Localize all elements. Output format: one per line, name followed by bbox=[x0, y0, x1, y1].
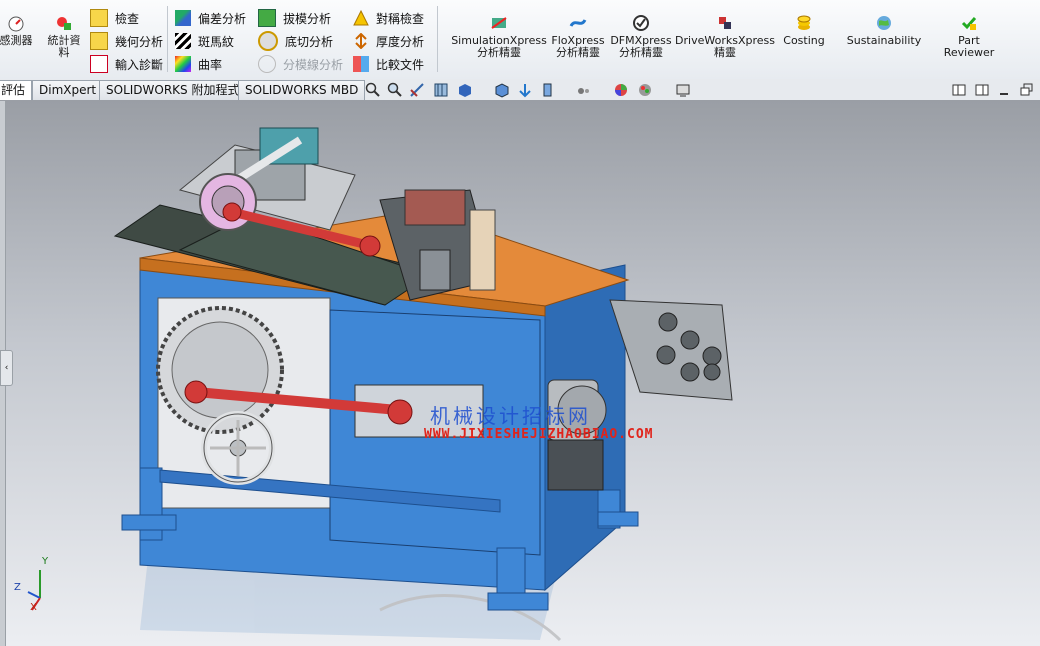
driveworks-icon bbox=[719, 17, 731, 29]
triad-z-label: Z bbox=[14, 582, 21, 593]
checkbox-icon bbox=[90, 32, 108, 50]
tile-left-icon[interactable] bbox=[951, 82, 967, 98]
appearance-ball-icon[interactable] bbox=[613, 82, 629, 98]
tool-label: 分析精靈 bbox=[556, 46, 600, 59]
simulation-icon bbox=[491, 17, 507, 29]
flow-icon bbox=[569, 19, 587, 27]
graphics-area[interactable]: 机械设计招标网 WWW.JIXIESHEJIZHAOBIAO.COM Y Z X bbox=[0, 100, 1040, 646]
triad-x-label: X bbox=[30, 602, 37, 613]
curvature-label: 曲率 bbox=[198, 57, 223, 72]
floxpress-button[interactable]: FloXpress 分析精靈 bbox=[550, 14, 606, 59]
dfmxpress-button[interactable]: DFMXpress 分析精靈 bbox=[610, 14, 672, 59]
view-orientation-icon[interactable] bbox=[457, 82, 473, 98]
costing-button[interactable]: Costing bbox=[780, 14, 828, 47]
zebra-icon bbox=[175, 33, 191, 49]
tool-label: 分析精靈 bbox=[477, 46, 521, 59]
check-circle-icon bbox=[633, 15, 649, 31]
undercut-icon bbox=[258, 31, 278, 51]
simulationxpress-button[interactable]: SimulationXpress 分析精靈 bbox=[451, 14, 547, 59]
apply-scene-icon[interactable] bbox=[576, 82, 592, 98]
tool-label: Sustainability bbox=[846, 34, 922, 47]
curvature-icon bbox=[175, 56, 191, 72]
check-label: 檢查 bbox=[115, 11, 140, 26]
statistics-icon bbox=[57, 17, 71, 30]
tool-label: 精靈 bbox=[714, 46, 736, 59]
warning-icon bbox=[353, 10, 369, 26]
panel-collapse-handle[interactable]: ‹ bbox=[0, 350, 13, 386]
part-reviewer-button[interactable]: Part Reviewer bbox=[940, 14, 998, 59]
undercut-analysis-button[interactable]: 底切分析 bbox=[258, 31, 333, 51]
geometry-analysis-label: 幾何分析 bbox=[115, 34, 164, 49]
import-diagnostics-label: 輸入診斷 bbox=[115, 57, 164, 72]
globe-icon bbox=[877, 16, 891, 30]
tool-label: Costing bbox=[783, 34, 825, 47]
watermark-title: 机械设计招标网 bbox=[430, 404, 591, 428]
display-style-icon[interactable] bbox=[494, 82, 510, 98]
scene-icon[interactable] bbox=[637, 82, 653, 98]
tab-dimxpert[interactable]: DimXpert bbox=[32, 80, 104, 100]
view-settings-icon[interactable] bbox=[675, 82, 691, 98]
zebra-stripes-button[interactable]: 斑馬紋 bbox=[175, 31, 234, 51]
minimize-icon[interactable] bbox=[997, 82, 1013, 98]
tab-solidworks-mbd[interactable]: SOLIDWORKS MBD bbox=[238, 80, 366, 100]
plus-icon bbox=[90, 55, 108, 73]
parting-line-label: 分模線分析 bbox=[283, 57, 344, 72]
previous-view-icon[interactable] bbox=[409, 82, 425, 98]
driveworksxpress-button[interactable]: DriveWorksXpress 精靈 bbox=[675, 14, 775, 59]
zebra-label: 斑馬紋 bbox=[198, 34, 235, 49]
tab-evaluate[interactable]: 評估 bbox=[0, 80, 33, 100]
sustainability-button[interactable]: Sustainability bbox=[846, 14, 922, 47]
zoom-to-fit-icon[interactable] bbox=[365, 82, 381, 98]
compare-icon bbox=[353, 56, 369, 72]
check-button[interactable]: 檢查 bbox=[90, 8, 139, 28]
separator bbox=[167, 6, 168, 72]
parting-line-analysis-button[interactable]: 分模線分析 bbox=[258, 54, 343, 74]
deviation-icon bbox=[175, 10, 191, 26]
thickness-label: 厚度分析 bbox=[376, 34, 425, 49]
deviation-analysis-button[interactable]: 偏差分析 bbox=[175, 8, 246, 28]
zoom-area-icon[interactable] bbox=[387, 82, 403, 98]
tile-right-icon[interactable] bbox=[974, 82, 990, 98]
statistics-button[interactable]: 統計資料 bbox=[44, 14, 84, 59]
command-manager-ribbon: 感測器 統計資料 檢查 幾何分析 輸入診斷 偏差分析 斑馬紋 曲率 拔模分析 底… bbox=[0, 0, 1040, 80]
restore-icon[interactable] bbox=[1019, 82, 1035, 98]
separator bbox=[437, 6, 438, 72]
draft-icon bbox=[258, 9, 276, 27]
statistics-label: 統計資料 bbox=[47, 34, 81, 59]
undercut-label: 底切分析 bbox=[285, 34, 334, 49]
draft-label: 拔模分析 bbox=[283, 11, 332, 26]
compare-documents-button[interactable]: 比較文件 bbox=[353, 54, 424, 74]
machine-model bbox=[113, 127, 733, 642]
deviation-label: 偏差分析 bbox=[198, 11, 247, 26]
compare-label: 比較文件 bbox=[376, 57, 425, 72]
watermark-url: WWW.JIXIESHEJIZHAOBIAO.COM bbox=[424, 427, 654, 442]
draft-analysis-button[interactable]: 拔模分析 bbox=[258, 8, 331, 28]
symmetry-check-button[interactable]: 對稱檢查 bbox=[353, 8, 424, 28]
reviewer-icon bbox=[961, 17, 977, 30]
parting-line-icon bbox=[258, 55, 276, 73]
tool-label: 分析精靈 bbox=[619, 46, 663, 59]
geometry-analysis-button[interactable]: 幾何分析 bbox=[90, 31, 163, 51]
sensor-label: 感測器 bbox=[0, 34, 33, 47]
section-view-icon[interactable] bbox=[433, 82, 449, 98]
symmetry-label: 對稱檢查 bbox=[376, 11, 425, 26]
tab-solidworks-addins[interactable]: SOLIDWORKS 附加程式 bbox=[99, 80, 247, 100]
thickness-analysis-button[interactable]: 厚度分析 bbox=[353, 31, 424, 51]
triad-y-label: Y bbox=[42, 556, 49, 567]
coins-icon bbox=[797, 15, 811, 30]
hide-show-icon[interactable] bbox=[517, 82, 533, 98]
curvature-button[interactable]: 曲率 bbox=[175, 54, 222, 74]
checkbox-icon bbox=[90, 9, 108, 27]
thickness-icon bbox=[355, 33, 367, 49]
tool-label: Reviewer bbox=[943, 46, 995, 59]
gauge-icon bbox=[8, 16, 24, 32]
edit-appearance-icon[interactable] bbox=[540, 82, 556, 98]
import-diagnostics-button[interactable]: 輸入診斷 bbox=[90, 54, 163, 74]
sensor-button[interactable]: 感測器 bbox=[0, 14, 36, 47]
command-tabs: 評估 DimXpert SOLIDWORKS 附加程式 SOLIDWORKS M… bbox=[0, 79, 1040, 101]
